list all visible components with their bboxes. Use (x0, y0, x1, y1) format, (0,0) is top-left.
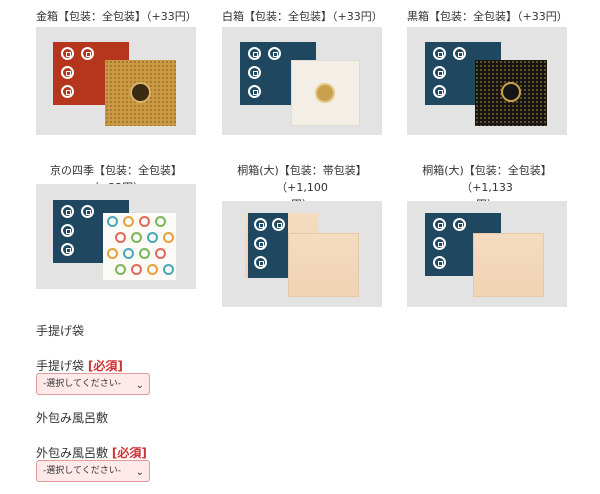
seal-icon (130, 82, 151, 103)
wrap-field-label: 外包み風呂敷 [必須] (36, 444, 147, 461)
product-image-kiri-box-full[interactable] (407, 201, 567, 307)
paulownia-box (288, 233, 359, 297)
required-badge: [必須] (111, 446, 147, 460)
crest-icon (254, 256, 267, 269)
bag-select[interactable]: -選択してください- ⌄ (36, 373, 150, 395)
pattern-dot-icon (147, 264, 158, 275)
product-image-white-box[interactable] (222, 27, 382, 135)
product-image-kyo-no-shiki[interactable] (36, 184, 196, 289)
wrap-section-title: 外包み風呂敷 (36, 411, 109, 425)
crest-icon (61, 224, 74, 237)
bag-section-title: 手提げ袋 (36, 324, 85, 338)
crest-icon (61, 47, 74, 60)
pattern-dot-icon (131, 232, 142, 243)
navy-band (248, 213, 288, 278)
product-caption: 白箱【包装：全包装】（+33円） (222, 10, 383, 23)
pattern-dot-icon (155, 248, 166, 259)
pattern-dot-icon (107, 216, 118, 227)
crest-icon (453, 218, 466, 231)
crest-icon (61, 66, 74, 79)
pattern-dot-icon (131, 264, 142, 275)
crest-icon (433, 66, 446, 79)
wrap-select[interactable]: -選択してください- ⌄ (36, 460, 150, 482)
crest-icon (433, 85, 446, 98)
required-badge: [必須] (87, 359, 123, 373)
pattern-dot-icon (163, 232, 174, 243)
pattern-dot-icon (163, 264, 174, 275)
crest-icon (433, 256, 446, 269)
pattern-dot-icon (155, 216, 166, 227)
seal-icon (501, 82, 521, 102)
paulownia-box (473, 233, 544, 297)
four-seasons-box (103, 213, 176, 280)
bag-field-label: 手提げ袋 [必須] (36, 357, 123, 374)
crest-icon (433, 237, 446, 250)
pattern-dot-icon (123, 248, 134, 259)
pattern-dot-icon (107, 248, 118, 259)
crest-icon (81, 205, 94, 218)
crest-icon (81, 47, 94, 60)
product-caption: 金箱【包装：全包装】（+33円） (36, 10, 197, 23)
pattern-dot-icon (115, 232, 126, 243)
crest-icon (61, 243, 74, 256)
product-image-gold-box[interactable] (36, 27, 196, 135)
crest-icon (61, 205, 74, 218)
pattern-dot-icon (139, 216, 150, 227)
pattern-dot-icon (147, 232, 158, 243)
crest-icon (268, 47, 281, 60)
crest-icon (248, 66, 261, 79)
product-caption: 黒箱【包装：全包装】（+33円） (407, 10, 568, 23)
bag-select-value: -選択してください- (43, 379, 121, 389)
crest-icon (248, 47, 261, 60)
product-image-kiri-box-band[interactable] (222, 201, 382, 307)
seal-icon (315, 83, 335, 103)
crest-icon (433, 218, 446, 231)
white-box (291, 60, 360, 126)
wrap-select-value: -選択してください- (43, 466, 121, 476)
crest-icon (248, 85, 261, 98)
chevron-down-icon: ⌄ (135, 380, 144, 391)
chevron-down-icon: ⌄ (135, 467, 144, 478)
gold-box (105, 60, 176, 126)
caption-line-1: 桐箱(大)【包装：帯包装】（+1,100 (237, 164, 367, 194)
pattern-dot-icon (115, 264, 126, 275)
wrap-label-text: 外包み風呂敷 (36, 446, 109, 460)
crest-icon (254, 237, 267, 250)
crest-icon (433, 47, 446, 60)
crest-icon (61, 85, 74, 98)
bag-label-text: 手提げ袋 (36, 359, 85, 373)
pattern-dot-icon (139, 248, 150, 259)
pattern-dot-icon (123, 216, 134, 227)
black-box (475, 60, 547, 126)
product-image-black-box[interactable] (407, 27, 567, 135)
crest-icon (272, 218, 285, 231)
crest-icon (453, 47, 466, 60)
caption-line-1: 桐箱(大)【包装：全包装】（+1,133 (422, 164, 552, 194)
crest-icon (254, 218, 267, 231)
